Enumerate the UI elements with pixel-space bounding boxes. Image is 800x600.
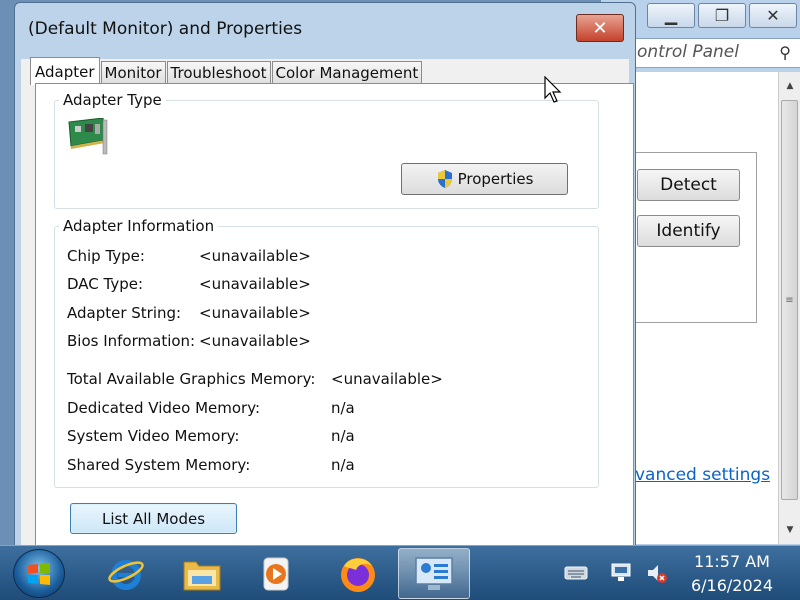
clock-date: 6/16/2024 <box>690 576 774 595</box>
tab-strip: Adapter Monitor Troubleshoot Color Manag… <box>30 56 423 85</box>
system-clock[interactable]: 11:57 AM 6/16/2024 <box>680 550 784 598</box>
windows-logo-icon <box>28 562 50 585</box>
dialog-close-button[interactable]: ✕ <box>576 14 624 42</box>
minimize-icon: ▁ <box>664 6 678 25</box>
network-icon[interactable] <box>609 561 633 585</box>
firefox-icon <box>341 557 375 592</box>
tab-monitor[interactable]: Monitor <box>100 61 166 84</box>
dedicated-video-memory-value: n/a <box>331 399 355 417</box>
shared-system-memory-label: Shared System Memory: <box>67 456 251 474</box>
window-caption-buttons: ▁ ❐ ✕ <box>647 3 800 28</box>
internet-explorer-icon <box>108 559 144 590</box>
tab-troubleshoot[interactable]: Troubleshoot <box>166 61 271 84</box>
close-window-button[interactable]: ✕ <box>749 3 797 28</box>
clock-time: 11:57 AM <box>694 552 770 571</box>
bios-information-label: Bios Information: <box>67 332 196 350</box>
identify-button[interactable]: Identify <box>637 215 740 247</box>
adapter-information-label: Adapter Information <box>59 217 219 235</box>
file-explorer-icon <box>183 561 221 590</box>
dac-type-label: DAC Type: <box>67 275 144 293</box>
tab-color-management[interactable]: Color Management <box>271 61 423 84</box>
start-button[interactable] <box>13 549 65 598</box>
advanced-settings-link[interactable]: vanced settings <box>635 465 770 485</box>
scroll-up-icon[interactable]: ▲ <box>779 72 800 100</box>
taskbar-display-settings[interactable] <box>398 548 470 599</box>
search-placeholder: ontrol Panel <box>637 42 739 62</box>
taskbar-internet-explorer[interactable] <box>90 548 162 599</box>
volume-muted-icon[interactable] <box>645 561 669 585</box>
system-video-memory-value: n/a <box>331 427 355 445</box>
chip-type-value: <unavailable> <box>199 247 311 265</box>
adapter-type-group: Adapter Type Properties <box>54 91 599 209</box>
taskbar: 11:57 AM 6/16/2024 <box>0 545 800 600</box>
bios-information-value: <unavailable> <box>199 332 311 350</box>
scroll-thumb[interactable]: ≡ <box>781 100 798 500</box>
detect-button[interactable]: Detect <box>637 169 740 201</box>
adapter-information-group: Adapter Information Chip Type: <unavaila… <box>54 217 599 488</box>
adapter-string-value: <unavailable> <box>199 304 311 322</box>
keyboard-icon[interactable] <box>564 561 588 585</box>
taskbar-media-player[interactable] <box>240 548 312 599</box>
media-player-icon <box>263 557 289 590</box>
total-graphics-memory-value: <unavailable> <box>331 370 443 388</box>
display-settings-icon <box>415 556 453 590</box>
uac-shield-icon <box>437 170 452 188</box>
maximize-button[interactable]: ❐ <box>698 3 746 28</box>
close-icon: ✕ <box>766 6 780 25</box>
mouse-pointer-icon <box>544 76 562 103</box>
dialog-title: (Default Monitor) and Properties <box>28 19 303 39</box>
taskbar-firefox[interactable] <box>322 548 394 599</box>
properties-button-label: Properties <box>457 170 534 188</box>
taskbar-file-explorer[interactable] <box>166 548 238 599</box>
total-graphics-memory-label: Total Available Graphics Memory: <box>67 370 316 388</box>
minimize-button[interactable]: ▁ <box>647 3 695 28</box>
shared-system-memory-value: n/a <box>331 456 355 474</box>
dac-type-value: <unavailable> <box>199 275 311 293</box>
dedicated-video-memory-label: Dedicated Video Memory: <box>67 399 261 417</box>
adapter-type-label: Adapter Type <box>59 91 166 109</box>
scroll-down-icon[interactable]: ▼ <box>779 516 800 544</box>
adapter-string-label: Adapter String: <box>67 304 182 322</box>
chip-type-label: Chip Type: <box>67 247 145 265</box>
search-icon[interactable]: ⚲ <box>779 43 791 62</box>
graphics-card-icon <box>68 118 108 155</box>
close-icon: ✕ <box>592 17 608 39</box>
list-all-modes-button[interactable]: List All Modes <box>70 503 237 534</box>
properties-dialog: (Default Monitor) and Properties ✕ Adapt… <box>14 2 636 553</box>
adapter-tab-page: Adapter Type Properties Adapter Informat… <box>35 83 634 553</box>
tab-adapter[interactable]: Adapter <box>30 57 100 85</box>
adapter-properties-button[interactable]: Properties <box>401 163 568 195</box>
restore-icon: ❐ <box>714 6 730 25</box>
vertical-scrollbar[interactable]: ▲ ≡ ▼ <box>778 72 800 544</box>
system-video-memory-label: System Video Memory: <box>67 427 240 445</box>
